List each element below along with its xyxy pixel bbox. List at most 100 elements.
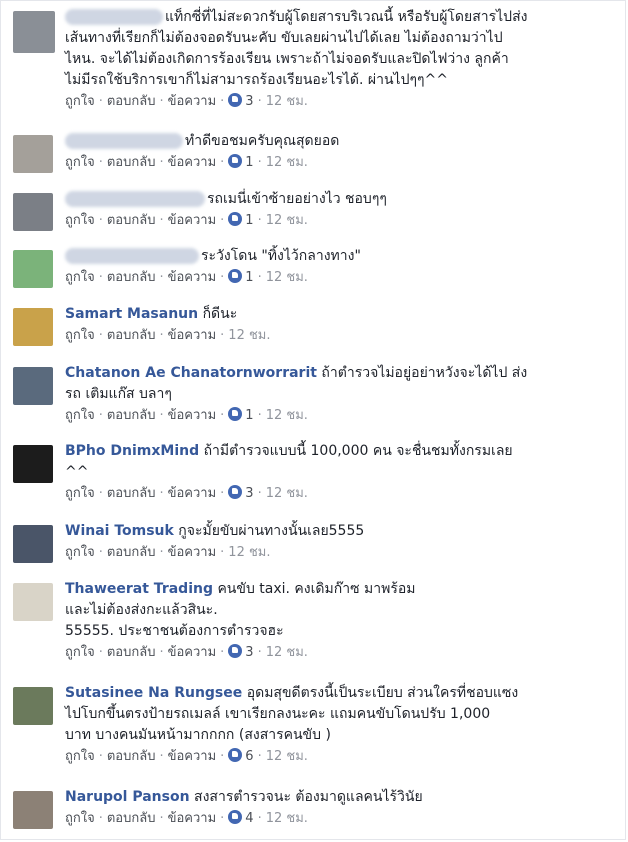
comment-text: แท็กซี่ที่ไม่สะดวกรับผู้โดยสารบริเวณนี้ … — [65, 9, 528, 88]
avatar[interactable] — [13, 308, 53, 346]
comment-text: ระวังโดน "ทิ้งไว้กลางทาง" — [65, 246, 615, 267]
comment: แท็กซี่ที่ไม่สะดวกรับผู้โดยสารบริเวณนี้ … — [11, 7, 621, 123]
comment: BPho DnimxMind ถ้ามีตำรวจแบบนี้ 100,000 … — [11, 441, 621, 513]
comment-text: รถเมนี่เข้าซ้ายอย่างไว ชอบๆๆ — [65, 189, 615, 210]
message-link[interactable]: ข้อความ — [168, 213, 217, 228]
comment-text: Sutasinee Na Rungsee อุดมสุขดีตรงนี้เป็น… — [65, 685, 519, 743]
reaction-count[interactable]: 1 — [228, 212, 254, 228]
avatar[interactable] — [13, 445, 53, 483]
reply-link[interactable]: ตอบกลับ — [107, 155, 156, 170]
reply-link[interactable]: ตอบกลับ — [107, 749, 156, 764]
comment-actions: ถูกใจ · ตอบกลับ · ข้อความ · 12 ชม. — [65, 328, 271, 343]
like-link[interactable]: ถูกใจ — [65, 408, 95, 423]
message-link[interactable]: ข้อความ — [168, 486, 217, 501]
like-link[interactable]: ถูกใจ — [65, 645, 95, 660]
like-reaction-icon — [228, 93, 243, 107]
message-link[interactable]: ข้อความ — [168, 408, 217, 423]
timestamp[interactable]: 12 ชม. — [266, 270, 308, 285]
timestamp[interactable]: 12 ชม. — [266, 486, 308, 501]
timestamp[interactable]: 12 ชม. — [266, 155, 308, 170]
commenter-name-blurred[interactable] — [65, 191, 205, 207]
comment-actions: ถูกใจ · ตอบกลับ · ข้อความ · 3 · 12 ชม. — [65, 93, 308, 109]
message-link[interactable]: ข้อความ — [168, 749, 217, 764]
commenter-name-blurred[interactable] — [65, 248, 199, 264]
timestamp[interactable]: 12 ชม. — [266, 213, 308, 228]
reply-link[interactable]: ตอบกลับ — [107, 213, 156, 228]
timestamp[interactable]: 12 ชม. — [266, 645, 308, 660]
message-link[interactable]: ข้อความ — [168, 545, 217, 560]
reaction-count[interactable]: 6 — [228, 748, 254, 764]
comment-actions: ถูกใจ · ตอบกลับ · ข้อความ · 12 ชม. — [65, 545, 271, 560]
avatar[interactable] — [13, 367, 53, 405]
reply-link[interactable]: ตอบกลับ — [107, 645, 156, 660]
like-link[interactable]: ถูกใจ — [65, 94, 95, 109]
reply-link[interactable]: ตอบกลับ — [107, 94, 156, 109]
like-link[interactable]: ถูกใจ — [65, 545, 95, 560]
commenter-name[interactable]: Sutasinee Na Rungsee — [65, 685, 242, 701]
avatar[interactable] — [13, 791, 53, 829]
comment: ทำดีขอชมครับคุณสุดยอด ถูกใจ · ตอบกลับ · ข้อค… — [11, 131, 621, 179]
reaction-count[interactable]: 4 — [228, 810, 254, 826]
message-link[interactable]: ข้อความ — [168, 270, 217, 285]
like-reaction-icon — [228, 154, 243, 168]
like-link[interactable]: ถูกใจ — [65, 213, 95, 228]
comment: Chatanon Ae Chanatornworrarit ถ้าตำรวจไม… — [11, 363, 621, 433]
like-link[interactable]: ถูกใจ — [65, 749, 95, 764]
commenter-name-blurred[interactable] — [65, 9, 163, 25]
message-link[interactable]: ข้อความ — [168, 645, 217, 660]
message-link[interactable]: ข้อความ — [168, 811, 217, 826]
avatar[interactable] — [13, 687, 53, 725]
avatar[interactable] — [13, 250, 53, 288]
avatar[interactable] — [13, 583, 53, 621]
commenter-name[interactable]: Thaweerat Trading — [65, 581, 213, 597]
like-reaction-icon — [228, 485, 243, 499]
like-link[interactable]: ถูกใจ — [65, 155, 95, 170]
timestamp[interactable]: 12 ชม. — [228, 545, 270, 560]
comment-actions: ถูกใจ · ตอบกลับ · ข้อความ · 6 · 12 ชม. — [65, 748, 308, 764]
commenter-name-blurred[interactable] — [65, 133, 183, 149]
timestamp[interactable]: 12 ชม. — [266, 94, 308, 109]
comment: Winai Tomsuk กูจะมั้ยขับผ่านทางนั้นเลย55… — [11, 521, 621, 571]
comment-actions: ถูกใจ · ตอบกลับ · ข้อความ · 4 · 12 ชม. — [65, 810, 308, 826]
comment-actions: ถูกใจ · ตอบกลับ · ข้อความ · 1 · 12 ชม. — [65, 154, 308, 170]
comment-actions: ถูกใจ · ตอบกลับ · ข้อความ · 1 · 12 ชม. — [65, 407, 308, 423]
reply-link[interactable]: ตอบกลับ — [107, 486, 156, 501]
avatar[interactable] — [13, 193, 53, 231]
comment-text: Thaweerat Trading คนขับ taxi. คงเดิมก๊าซ… — [65, 581, 416, 639]
commenter-name[interactable]: Samart Masanun — [65, 306, 198, 322]
reaction-count[interactable]: 1 — [228, 154, 254, 170]
commenter-name[interactable]: Narupol Panson — [65, 789, 190, 805]
comment-text: ทำดีขอชมครับคุณสุดยอด — [65, 131, 615, 152]
message-link[interactable]: ข้อความ — [168, 94, 217, 109]
reaction-count[interactable]: 3 — [228, 644, 254, 660]
commenter-name[interactable]: BPho DnimxMind — [65, 443, 199, 459]
like-link[interactable]: ถูกใจ — [65, 811, 95, 826]
reply-link[interactable]: ตอบกลับ — [107, 270, 156, 285]
like-reaction-icon — [228, 212, 243, 226]
timestamp[interactable]: 12 ชม. — [266, 811, 308, 826]
message-link[interactable]: ข้อความ — [168, 328, 217, 343]
reply-link[interactable]: ตอบกลับ — [107, 408, 156, 423]
avatar[interactable] — [13, 135, 53, 173]
avatar[interactable] — [13, 525, 53, 563]
reply-link[interactable]: ตอบกลับ — [107, 811, 156, 826]
reply-link[interactable]: ตอบกลับ — [107, 545, 156, 560]
avatar[interactable] — [13, 11, 55, 53]
timestamp[interactable]: 12 ชม. — [228, 328, 270, 343]
like-link[interactable]: ถูกใจ — [65, 270, 95, 285]
timestamp[interactable]: 12 ชม. — [266, 749, 308, 764]
timestamp[interactable]: 12 ชม. — [266, 408, 308, 423]
reply-link[interactable]: ตอบกลับ — [107, 328, 156, 343]
comment-actions: ถูกใจ · ตอบกลับ · ข้อความ · 1 · 12 ชม. — [65, 269, 308, 285]
like-link[interactable]: ถูกใจ — [65, 328, 95, 343]
reaction-count[interactable]: 1 — [228, 407, 254, 423]
like-reaction-icon — [228, 269, 243, 283]
reaction-count[interactable]: 3 — [228, 93, 254, 109]
like-link[interactable]: ถูกใจ — [65, 486, 95, 501]
comment-text: BPho DnimxMind ถ้ามีตำรวจแบบนี้ 100,000 … — [65, 443, 513, 480]
commenter-name[interactable]: Winai Tomsuk — [65, 523, 174, 539]
commenter-name[interactable]: Chatanon Ae Chanatornworrarit — [65, 365, 317, 381]
reaction-count[interactable]: 3 — [228, 485, 254, 501]
reaction-count[interactable]: 1 — [228, 269, 254, 285]
message-link[interactable]: ข้อความ — [168, 155, 217, 170]
